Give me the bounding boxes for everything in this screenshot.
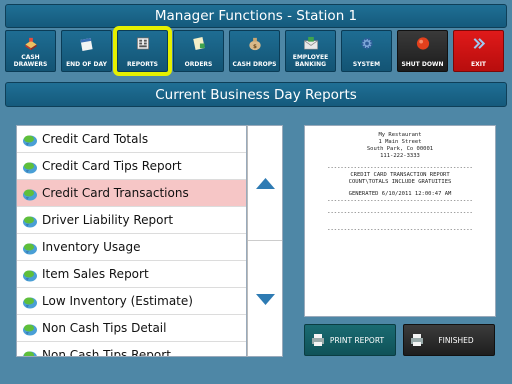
cash-drawer-icon <box>24 37 37 51</box>
receipt-restaurant-name: My Restaurant <box>378 132 422 138</box>
report-icon <box>23 351 37 356</box>
report-icon <box>23 270 37 282</box>
orders-icon <box>192 37 205 50</box>
report-icon <box>23 243 37 255</box>
calendar-icon <box>79 38 93 51</box>
orders-label: ORDERS <box>184 61 213 68</box>
receipt-divider: ----------------------------------------… <box>327 198 473 204</box>
report-icon <box>23 324 37 336</box>
receipt-divider: ----------------------------------------… <box>327 227 473 233</box>
window-title: Manager Functions - Station 1 <box>5 4 507 28</box>
stop-icon <box>416 37 429 50</box>
list-item-label: Inventory Usage <box>42 240 141 254</box>
employee-banking-button[interactable]: EMPLOYEE BANKING <box>285 30 336 72</box>
list-item-label: Non Cash Tips Report <box>42 348 171 357</box>
orders-button[interactable]: ORDERS <box>173 30 224 72</box>
printer-icon <box>411 334 423 346</box>
exit-button[interactable]: EXIT <box>453 30 504 72</box>
report-icon <box>23 162 37 174</box>
scroll-down-button[interactable] <box>248 242 282 357</box>
list-item[interactable]: Credit Card Totals <box>17 126 246 153</box>
shut-down-button[interactable]: SHUT DOWN <box>397 30 448 72</box>
print-report-label: PRINT REPORT <box>329 336 385 345</box>
receipt-address: 1 Main Street <box>378 139 422 145</box>
receipt-divider: ----------------------------------------… <box>327 165 473 171</box>
employee-banking-label: EMPLOYEE BANKING <box>292 54 329 68</box>
exit-icon <box>473 38 485 49</box>
list-item-label: Low Inventory (Estimate) <box>42 294 193 308</box>
toolbar: CASH DRAWERS END OF DAY REPORTS ORDERS $… <box>5 26 507 76</box>
report-icon <box>23 189 37 201</box>
svg-text:$: $ <box>253 44 257 50</box>
cash-drawers-label: CASH DRAWERS <box>13 54 48 68</box>
list-item[interactable]: Inventory Usage <box>17 234 246 261</box>
reports-list: Credit Card Totals Credit Card Tips Repo… <box>16 125 247 357</box>
shut-down-label: SHUT DOWN <box>401 61 444 68</box>
list-item[interactable]: Credit Card Tips Report <box>17 153 246 180</box>
list-item-label: Non Cash Tips Detail <box>42 321 167 335</box>
list-item-label: Credit Card Totals <box>42 132 149 146</box>
list-item-selected[interactable]: Credit Card Transactions <box>17 180 246 207</box>
money-bag-icon: $ <box>248 37 261 50</box>
receipt-city: South Park, Co 00001 <box>366 146 434 152</box>
list-item[interactable]: Non Cash Tips Report <box>17 342 246 357</box>
gear-icon <box>360 37 373 50</box>
print-report-button[interactable]: PRINT REPORT <box>304 324 396 356</box>
finished-button[interactable]: FINISHED <box>403 324 495 356</box>
list-scroller <box>247 125 283 357</box>
list-item[interactable]: Non Cash Tips Detail <box>17 315 246 342</box>
report-icon <box>23 297 37 309</box>
report-icon <box>23 216 37 228</box>
reports-button[interactable]: REPORTS <box>113 26 172 76</box>
list-item[interactable]: Low Inventory (Estimate) <box>17 288 246 315</box>
scroll-up-button[interactable] <box>248 126 282 241</box>
finished-label: FINISHED <box>438 336 474 345</box>
arrow-up-icon <box>256 178 275 189</box>
list-item[interactable]: Item Sales Report <box>17 261 246 288</box>
receipt-report-note: COUNT\TOTALS INCLUDE GRATUITIES <box>348 179 452 185</box>
list-item-label: Driver Liability Report <box>42 213 174 227</box>
arrow-down-icon <box>256 294 275 305</box>
list-item-label: Credit Card Transactions <box>42 186 189 200</box>
end-of-day-label: END OF DAY <box>66 61 107 68</box>
cash-drops-button[interactable]: $ CASH DROPS <box>229 30 280 72</box>
envelope-icon <box>303 36 318 50</box>
receipt-generated: GENERATED 6/10/2011 12:00:47 AM <box>348 191 452 197</box>
reports-label: REPORTS <box>127 61 158 68</box>
printer-icon <box>312 334 324 346</box>
receipt-phone: 111-222-3333 <box>380 153 420 159</box>
receipt-divider: ----------------------------------------… <box>327 210 473 216</box>
system-button[interactable]: SYSTEM <box>341 30 392 72</box>
cash-drops-label: CASH DROPS <box>232 61 277 68</box>
reports-icon <box>136 37 149 50</box>
section-title: Current Business Day Reports <box>5 82 507 107</box>
list-item-label: Credit Card Tips Report <box>42 159 182 173</box>
report-preview: My Restaurant 1 Main Street South Park, … <box>304 125 496 317</box>
exit-label: EXIT <box>470 61 487 68</box>
receipt-report-title: CREDIT CARD TRANSACTION REPORT <box>350 172 450 178</box>
cash-drawers-button[interactable]: CASH DRAWERS <box>5 30 56 72</box>
system-label: SYSTEM <box>352 61 381 68</box>
list-item-label: Item Sales Report <box>42 267 149 281</box>
list-item[interactable]: Driver Liability Report <box>17 207 246 234</box>
end-of-day-button[interactable]: END OF DAY <box>61 30 112 72</box>
report-icon <box>23 135 37 147</box>
